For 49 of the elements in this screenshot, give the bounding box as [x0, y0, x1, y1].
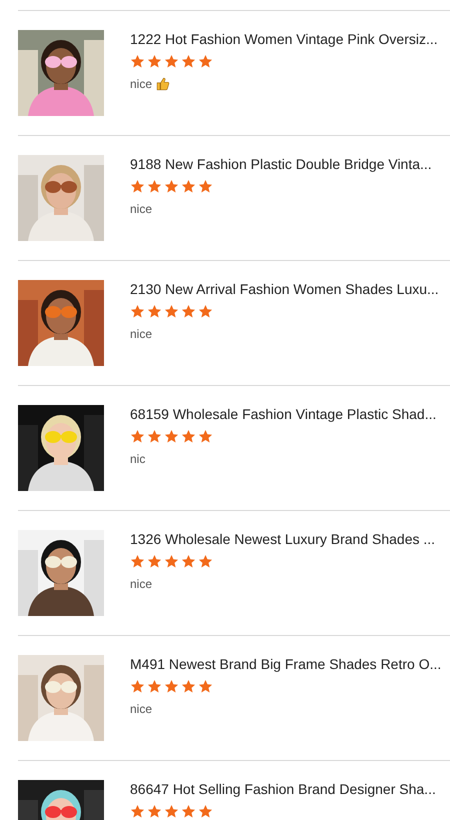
review-comment: nice — [130, 202, 152, 216]
star-icon — [130, 804, 145, 819]
star-icon — [198, 54, 213, 69]
product-title[interactable]: 68159 Wholesale Fashion Vintage Plastic Shad... — [130, 405, 436, 423]
product-title[interactable]: M491 Newest Brand Big Frame Shades Retro O... — [130, 655, 442, 673]
star-icon — [147, 554, 162, 569]
product-title[interactable]: 1222 Hot Fashion Women Vintage Pink Oversiz... — [130, 30, 438, 48]
star-icon — [164, 679, 179, 694]
star-icon — [130, 179, 145, 194]
star-icon — [181, 554, 196, 569]
review-comment: nic — [130, 452, 146, 466]
product-title[interactable]: 9188 New Fashion Plastic Double Bridge Vinta... — [130, 155, 432, 173]
star-icon — [130, 554, 145, 569]
star-icon — [198, 804, 213, 819]
review-comment: nice — [130, 77, 152, 91]
star-icon — [130, 304, 145, 319]
star-icon — [164, 54, 179, 69]
star-icon — [147, 804, 162, 819]
star-icon — [181, 804, 196, 819]
thumbs-up-icon — [156, 77, 170, 91]
star-icon — [181, 304, 196, 319]
star-icon — [198, 304, 213, 319]
star-icon — [181, 429, 196, 444]
star-icon — [164, 179, 179, 194]
star-icon — [130, 429, 145, 444]
review-comment: nice — [130, 702, 152, 716]
star-icon — [181, 179, 196, 194]
star-icon — [181, 54, 196, 69]
star-icon — [147, 54, 162, 69]
review-comment: nice — [130, 577, 152, 591]
star-icon — [147, 304, 162, 319]
product-title[interactable]: 1326 Wholesale Newest Luxury Brand Shades ... — [130, 530, 436, 548]
star-icon — [164, 304, 179, 319]
star-icon — [198, 179, 213, 194]
review-comment: nice — [130, 327, 152, 341]
star-icon — [164, 554, 179, 569]
star-icon — [147, 429, 162, 444]
star-icon — [181, 679, 196, 694]
star-icon — [130, 54, 145, 69]
star-icon — [198, 679, 213, 694]
product-title[interactable]: 2130 New Arrival Fashion Women Shades Luxu... — [130, 280, 439, 298]
product-title[interactable]: 86647 Hot Selling Fashion Brand Designer Sha... — [130, 780, 436, 798]
star-icon — [147, 179, 162, 194]
star-icon — [147, 679, 162, 694]
star-icon — [198, 429, 213, 444]
star-icon — [164, 429, 179, 444]
star-icon — [198, 554, 213, 569]
star-icon — [164, 804, 179, 819]
star-icon — [130, 679, 145, 694]
